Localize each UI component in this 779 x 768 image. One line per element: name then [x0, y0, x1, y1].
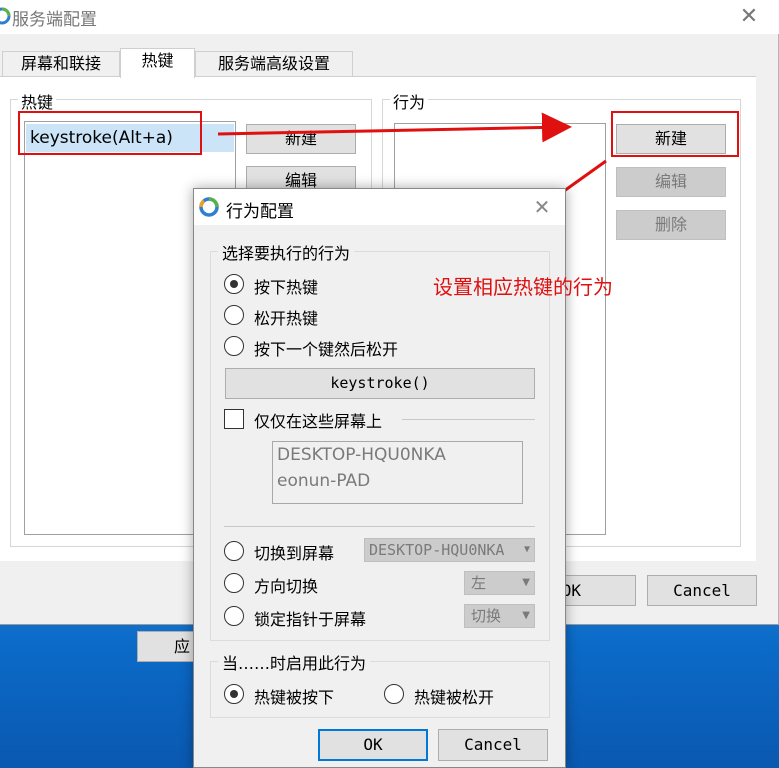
radio-direction-switch-label: 方向切换 — [254, 577, 319, 596]
radio-release-hotkey[interactable] — [224, 305, 244, 325]
chevron-down-icon: ▼ — [522, 577, 530, 588]
radio-direction-switch[interactable] — [224, 573, 244, 593]
radio-lock-cursor[interactable] — [224, 606, 244, 626]
radio-lock-cursor-label: 锁定指针于屏幕 — [254, 610, 367, 629]
chevron-down-icon: ▼ — [523, 544, 530, 555]
keystroke-button[interactable]: keystroke() — [225, 368, 535, 399]
select-action-label: 选择要执行的行为 — [218, 240, 355, 264]
when-group-label: 当……时启用此行为 — [218, 650, 371, 674]
radio-switch-screen[interactable] — [224, 541, 244, 561]
tab-hotkeys[interactable]: 热键 — [120, 48, 195, 78]
dialog-title-bar: 行为配置 ✕ — [194, 189, 565, 225]
direction-value: 左 — [471, 574, 487, 592]
radio-press-hotkey-label: 按下热键 — [254, 278, 319, 297]
dialog-ok-button[interactable]: OK — [318, 729, 428, 761]
switch-screen-select[interactable]: DESKTOP-HQU0NKA ▼ — [364, 538, 535, 562]
radio-press-then-release[interactable] — [224, 336, 244, 356]
arrow-to-new-button — [217, 112, 572, 143]
only-screens-checkbox[interactable] — [224, 409, 244, 429]
switch-screen-value: DESKTOP-HQU0NKA — [369, 541, 505, 559]
radio-hotkey-released-label: 热键被松开 — [414, 688, 495, 707]
dialog-title: 行为配置 — [226, 202, 294, 222]
screens-list-item[interactable]: DESKTOP-HQU0NKA — [277, 445, 446, 465]
app-logo-icon — [199, 197, 219, 217]
separator — [402, 419, 535, 420]
radio-press-then-release-label: 按下一个键然后松开 — [254, 340, 399, 359]
radio-press-hotkey[interactable] — [224, 274, 244, 294]
close-icon[interactable]: ✕ — [528, 193, 556, 221]
annotation-text: 设置相应热键的行为 — [433, 275, 613, 299]
radio-switch-screen-label: 切换到屏幕 — [254, 544, 335, 563]
lock-cursor-select[interactable]: 切换 ▼ — [464, 604, 535, 628]
screens-list[interactable]: DESKTOP-HQU0NKA eonun-PAD — [272, 441, 523, 504]
direction-select[interactable]: 左 ▼ — [464, 571, 535, 595]
dialog-cancel-button[interactable]: Cancel — [438, 729, 548, 761]
screens-list-item[interactable]: eonun-PAD — [277, 471, 370, 491]
only-screens-label: 仅仅在这些屏幕上 — [254, 412, 383, 431]
radio-release-hotkey-label: 松开热键 — [254, 309, 319, 328]
chevron-down-icon: ▼ — [522, 610, 530, 621]
separator — [224, 526, 535, 527]
radio-hotkey-pressed[interactable] — [224, 684, 244, 704]
lock-cursor-value: 切换 — [471, 607, 502, 625]
radio-hotkey-released[interactable] — [384, 684, 404, 704]
radio-hotkey-pressed-label: 热键被按下 — [254, 688, 335, 707]
